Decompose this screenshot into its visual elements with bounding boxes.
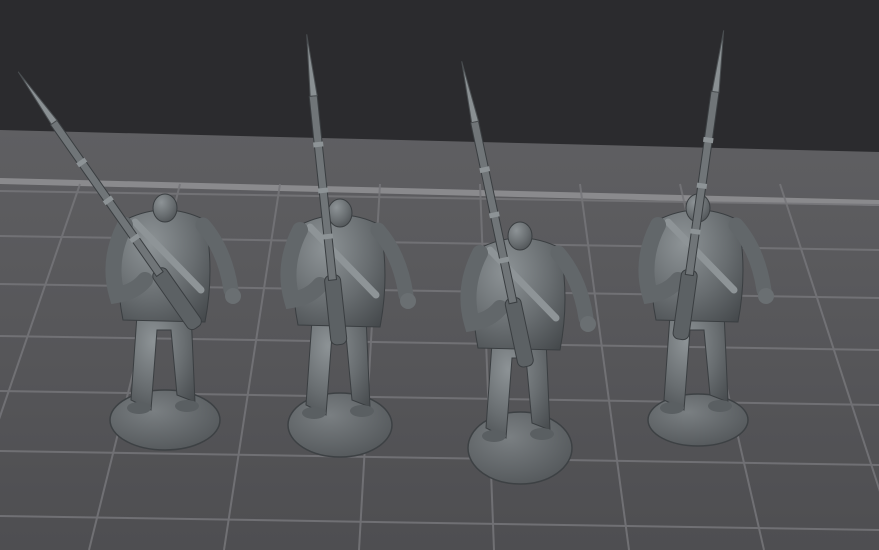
model-foot [482,430,506,442]
model-base [467,411,573,485]
rifle-band [313,141,324,148]
model-foot [350,405,374,417]
model-foot [302,407,326,419]
model-neck [152,193,178,223]
model-hand [225,288,241,304]
model-foot [127,402,151,414]
model-base [287,392,393,458]
model-base [647,393,749,447]
model-foot [530,428,554,440]
model-hand [580,316,596,332]
rifle-band [322,233,334,240]
model-base [109,389,221,451]
3d-viewport[interactable] [0,0,879,550]
model-neck [327,198,353,228]
viewport-canvas[interactable] [0,0,879,550]
rifle-band [317,187,329,194]
model-hand [758,288,774,304]
model-hand [400,293,416,309]
model-foot [660,402,684,414]
model-foot [708,400,732,412]
model-foot [175,400,199,412]
model-neck [507,221,533,251]
